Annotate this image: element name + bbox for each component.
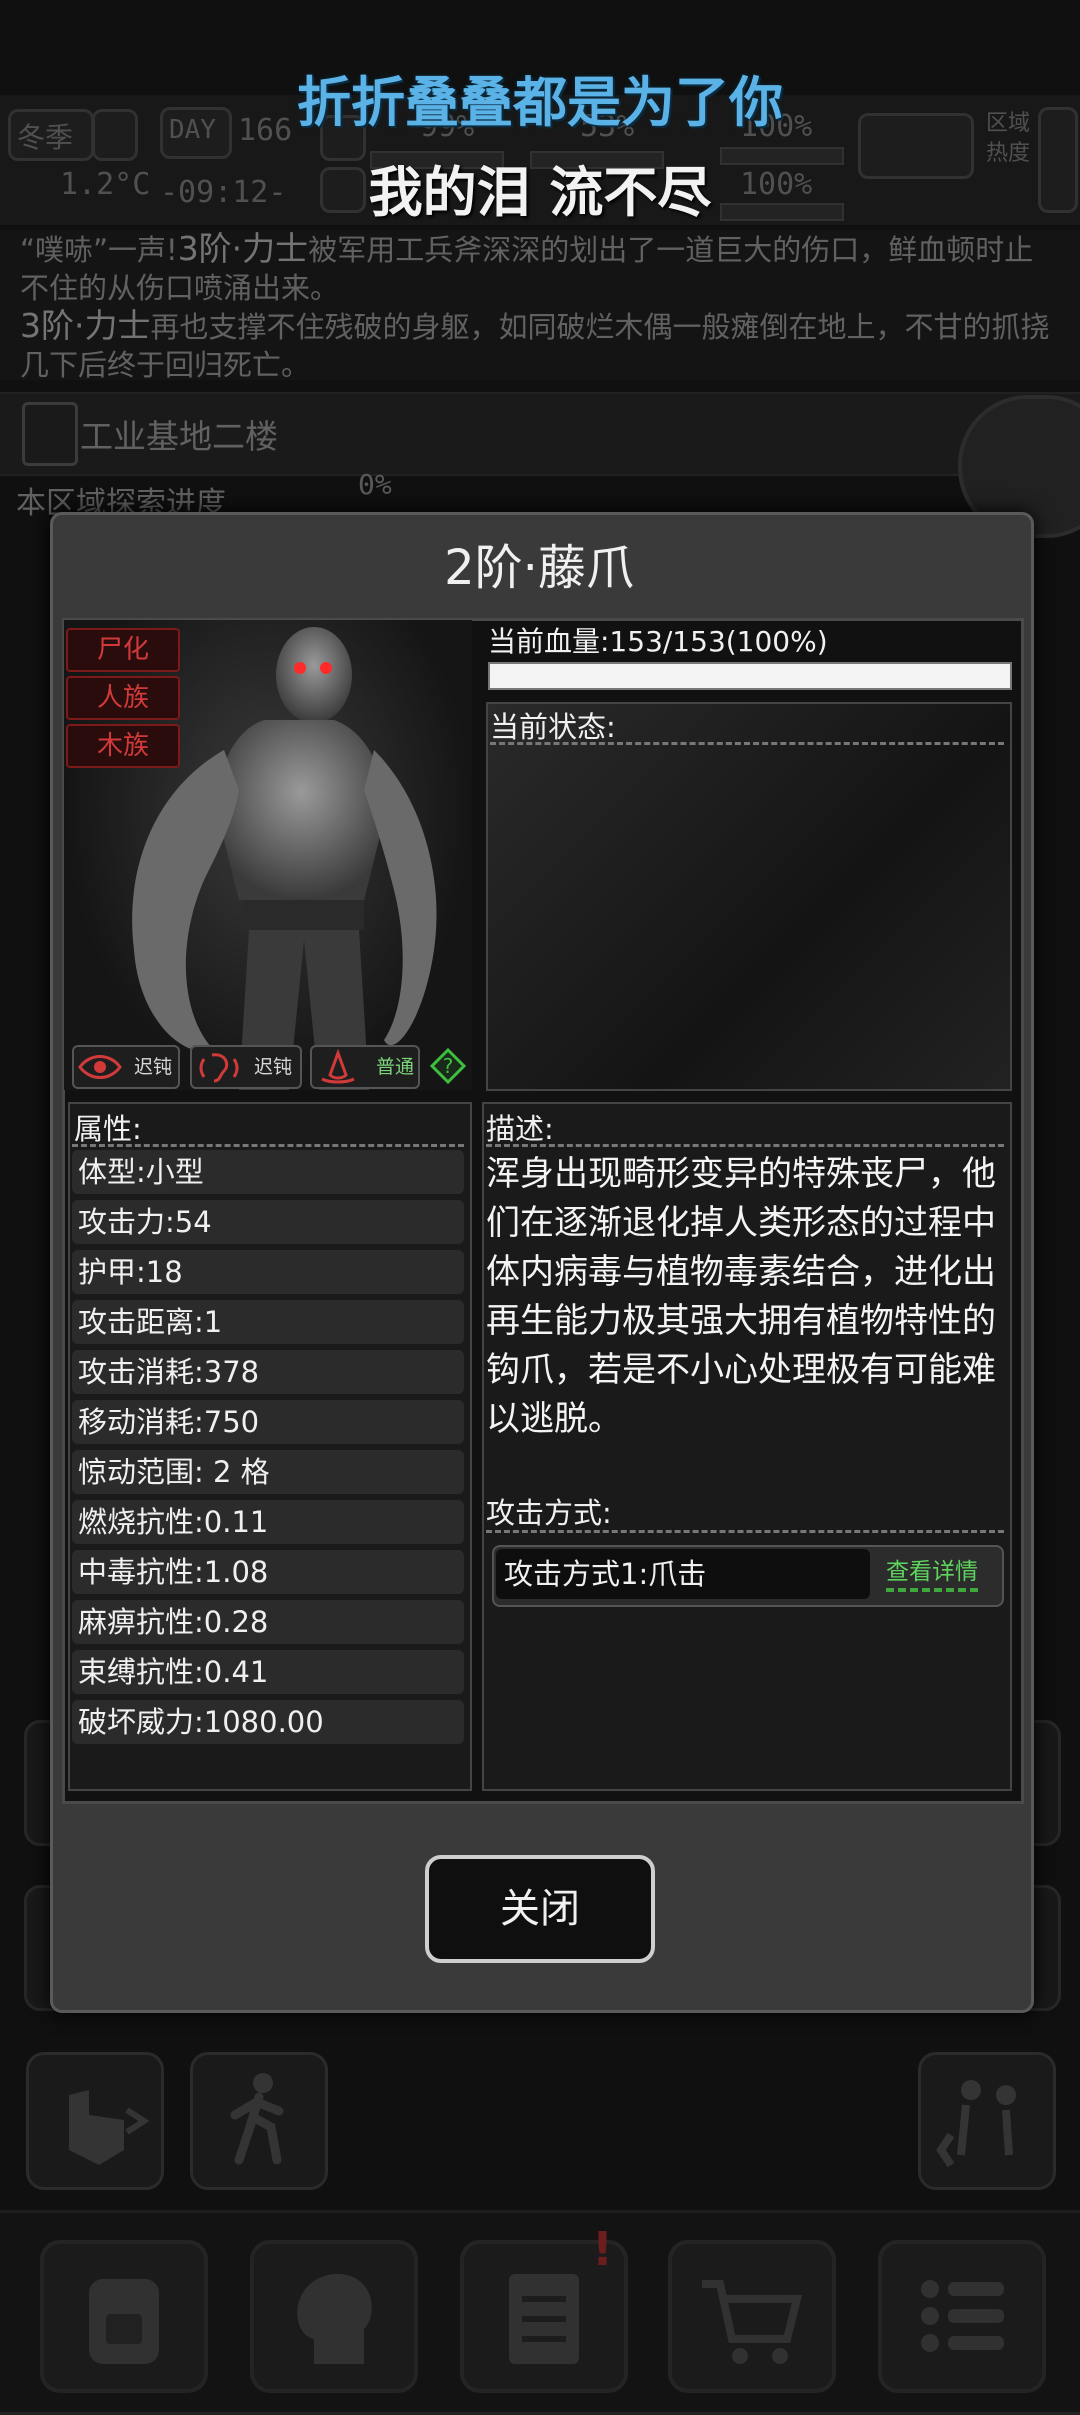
attack-divider [486, 1530, 1004, 1533]
close-button[interactable]: 关闭 [425, 1855, 655, 1963]
description-divider [486, 1144, 1004, 1147]
attribute-row: 攻击消耗:378 [72, 1350, 464, 1394]
tag-undead: 尸化 [66, 628, 180, 672]
attribute-row: 束缚抗性:0.41 [72, 1650, 464, 1694]
attribute-row: 移动消耗:750 [72, 1400, 464, 1444]
sight-level: 迟钝 [134, 1056, 173, 1078]
attribute-row: 惊动范围: 2 格 [72, 1450, 464, 1494]
svg-text:?: ? [443, 1054, 454, 1078]
attributes-label: 属性: [74, 1112, 142, 1146]
attribute-row: 破坏威力:1080.00 [72, 1700, 464, 1744]
tag-wood: 木族 [66, 724, 180, 768]
attribute-row: 攻击距离:1 [72, 1300, 464, 1344]
attribute-row: 体型:小型 [72, 1150, 464, 1194]
tag-human: 人族 [66, 676, 180, 720]
eye-icon [78, 1055, 122, 1079]
status-divider [490, 742, 1004, 745]
view-details-link[interactable]: 查看详情 [886, 1552, 978, 1592]
attribute-row: 护甲:18 [72, 1250, 464, 1294]
hp-label: 当前血量:153/153(100%) [488, 625, 828, 658]
sense-help-button[interactable]: ? [429, 1047, 467, 1085]
description-label: 描述: [486, 1112, 554, 1146]
attribute-row: 攻击力:54 [72, 1200, 464, 1244]
hp-bar [488, 662, 1012, 690]
attack-label: 攻击方式: [486, 1496, 612, 1530]
lyric-line-1: 折折叠叠都是为了你 [297, 71, 783, 134]
attribute-row: 麻痹抗性:0.28 [72, 1600, 464, 1644]
hp-bar-fill [490, 664, 1010, 688]
description-text: 浑身出现畸形变异的特殊丧尸，他们在逐渐退化掉人类形态的过程中体内病毒与植物毒素结… [486, 1154, 996, 1439]
attribute-row: 中毒抗性:1.08 [72, 1550, 464, 1594]
hearing-level: 迟钝 [254, 1056, 293, 1078]
lyric-line-2: 我的泪 流不尽 [368, 161, 712, 224]
attack-name: 攻击方式1:爪击 [496, 1549, 870, 1599]
status-label: 当前状态: [490, 710, 616, 744]
attribute-row: 燃烧抗性:0.11 [72, 1500, 464, 1544]
smell-level: 普通 [376, 1056, 415, 1078]
question-diamond-icon: ? [429, 1047, 467, 1085]
enemy-title: 2阶·藤爪 [444, 540, 634, 596]
nose-icon [321, 1049, 355, 1084]
attributes-divider [72, 1144, 464, 1147]
ear-icon [199, 1053, 239, 1083]
status-panel [486, 702, 1012, 1091]
